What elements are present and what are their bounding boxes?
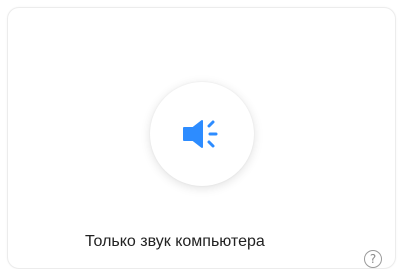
help-icon[interactable]: ? <box>364 250 382 268</box>
option-label: Только звук компьютера <box>85 233 265 250</box>
speaker-icon <box>182 119 222 149</box>
speaker-icon-button[interactable] <box>150 82 254 186</box>
computer-audio-option-card[interactable]: Только звук компьютера <box>7 7 396 269</box>
